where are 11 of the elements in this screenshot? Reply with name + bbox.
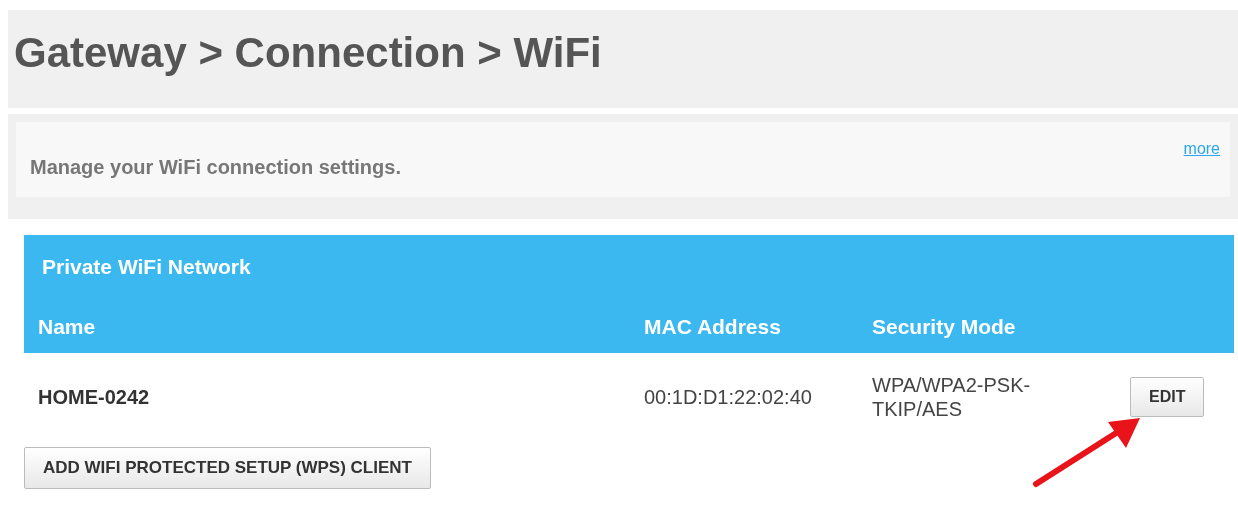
column-header: Security Mode bbox=[871, 315, 1017, 339]
description-text: Manage your WiFi connection settings. bbox=[30, 156, 401, 179]
security-mode: WPA/WPA2-PSK-TKIP/AES bbox=[871, 373, 1032, 421]
add-wps-client-button[interactable]: ADD WIFI PROTECTED SETUP (WPS) CLIENT bbox=[24, 447, 431, 489]
column-header: Name bbox=[37, 315, 97, 339]
edit-button[interactable]: EDIT bbox=[1130, 377, 1205, 417]
mac-address: 00:1D:D1:22:02:40 bbox=[643, 385, 813, 409]
network-name: HOME-0242 bbox=[37, 385, 151, 409]
column-header: MAC Address bbox=[643, 315, 782, 339]
page-title: Gateway > Connection > WiFi bbox=[14, 28, 602, 78]
panel-title: Private WiFi Network bbox=[41, 255, 252, 279]
